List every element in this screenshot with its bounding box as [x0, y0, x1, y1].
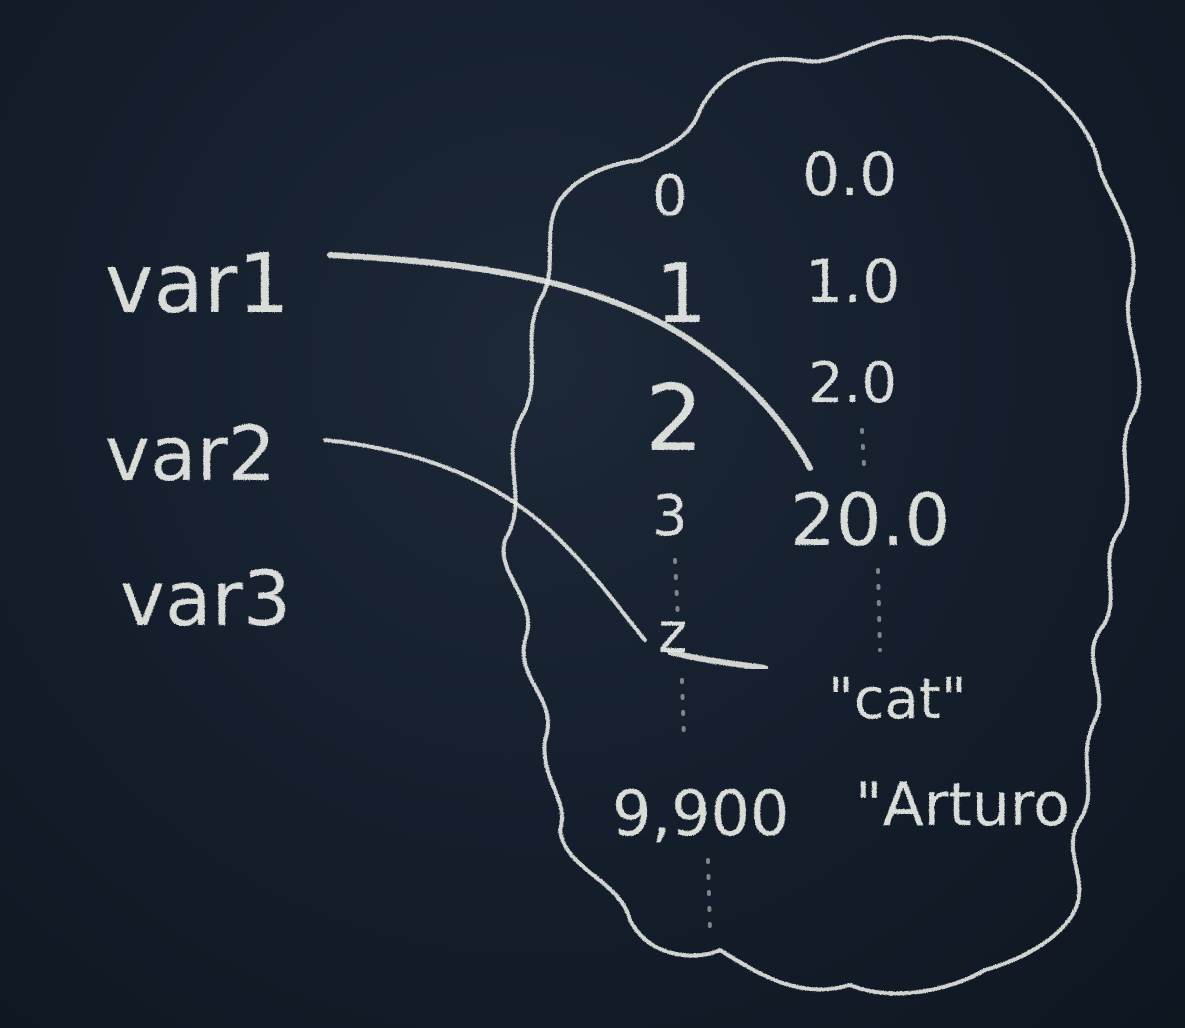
address-9900: 9,900 — [612, 777, 790, 850]
address-z: z — [658, 601, 687, 666]
value-20-0: 20.0 — [790, 478, 950, 562]
value-0-0: 0.0 — [802, 140, 897, 210]
address-2: 2 — [645, 365, 704, 472]
ellipsis-addresses-bottom — [706, 858, 712, 932]
chalkboard: var1 var2 var3 0 1 2 3 z 9,900 0.0 1.0 2… — [0, 0, 1185, 1028]
address-3: 3 — [652, 484, 688, 549]
ellipsis-values-lower — [876, 568, 882, 652]
memory-diagram: var1 var2 var3 0 1 2 3 z 9,900 0.0 1.0 2… — [105, 34, 1142, 996]
value-cat: "cat" — [828, 667, 967, 732]
variable-label-var2: var2 — [105, 409, 276, 498]
ellipsis-values-upper — [860, 428, 866, 467]
value-1-0: 1.0 — [805, 247, 900, 317]
pointer-var1 — [327, 252, 813, 471]
address-1: 1 — [655, 247, 707, 342]
value-2-0: 2.0 — [808, 351, 897, 416]
pointer-var2 — [323, 438, 647, 642]
variable-label-var1: var1 — [105, 237, 290, 332]
ellipsis-addresses-lower — [680, 678, 686, 742]
variable-label-var3: var3 — [120, 554, 291, 643]
value-arturo: "Arturo — [855, 770, 1070, 840]
address-0: 0 — [652, 164, 688, 229]
